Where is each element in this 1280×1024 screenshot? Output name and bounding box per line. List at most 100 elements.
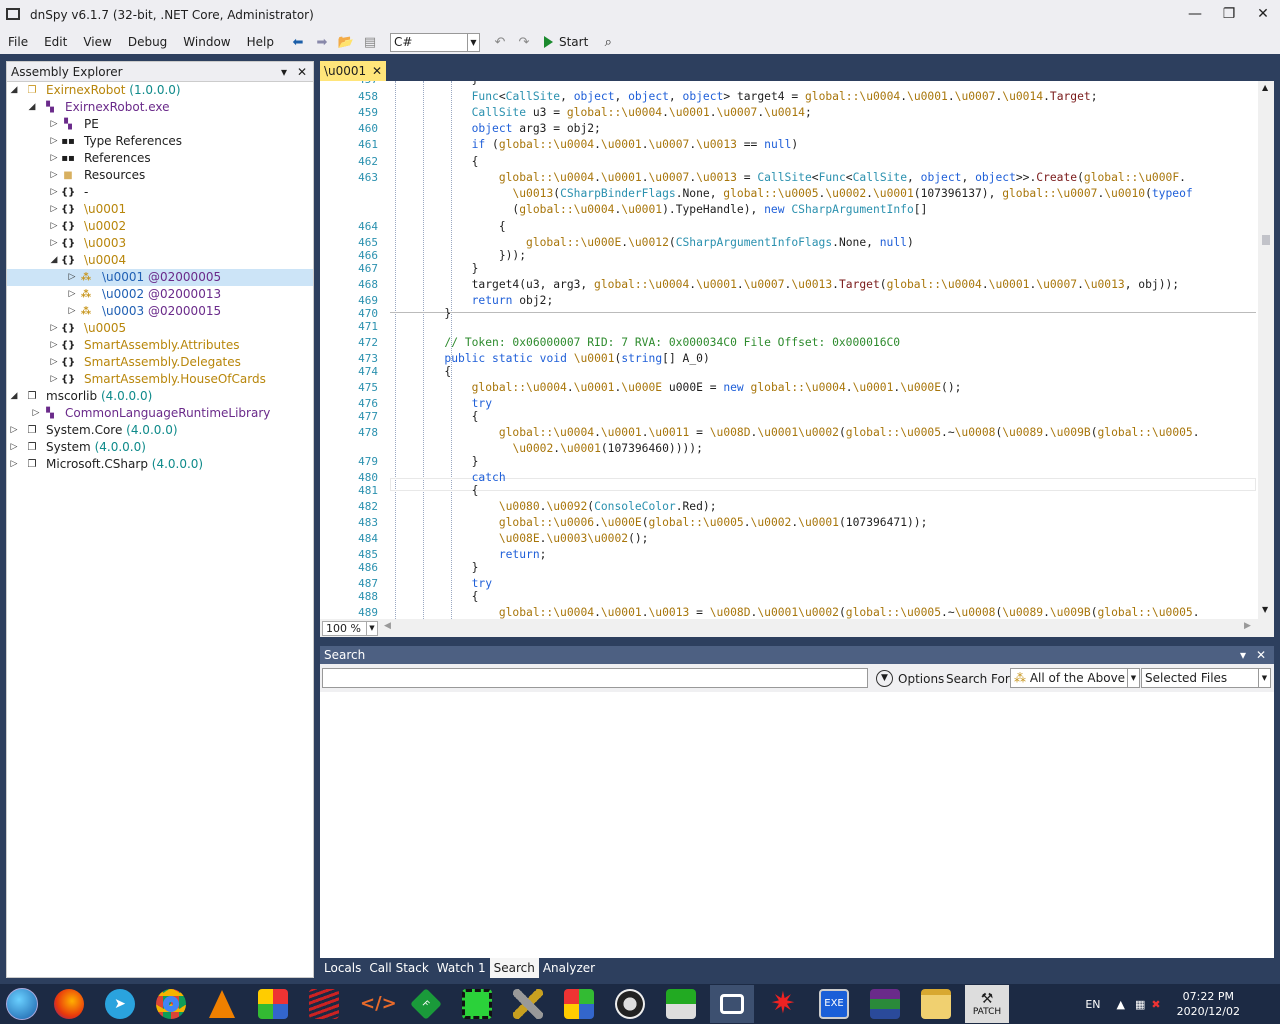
tree-node[interactable]: ▷{} \u0003 — [7, 235, 313, 252]
scroll-left-icon[interactable]: ◀ — [384, 621, 391, 631]
taskbar-f-app[interactable]: F — [404, 985, 448, 1023]
tree-node[interactable]: ◢ ▚ ExirnexRobot.exe — [7, 99, 313, 116]
start-button[interactable]: Start — [543, 35, 588, 49]
tree-node[interactable]: ▷ ▚ CommonLanguageRuntimeLibrary — [7, 405, 313, 422]
expanded-icon[interactable]: ◢ — [9, 388, 19, 405]
tray-app-icon[interactable]: ▦ — [1135, 998, 1145, 1011]
tree-node[interactable]: ▷ ❐ Microsoft.CSharp (4.0.0.0) — [7, 456, 313, 473]
scroll-down-icon[interactable]: ▼ — [1262, 605, 1268, 614]
tree-node[interactable]: ◢ ❐ mscorlib (4.0.0.0) — [7, 388, 313, 405]
taskbar-dnspy[interactable] — [710, 985, 754, 1023]
options-button[interactable]: ▼ Options — [876, 670, 944, 687]
tree-node[interactable]: ▷{} SmartAssembly.Delegates — [7, 354, 313, 371]
taskbar-code-editor[interactable]: </> — [353, 985, 397, 1023]
scroll-right-icon[interactable]: ▶ — [1244, 621, 1251, 631]
taskbar-windows-app[interactable] — [557, 985, 601, 1023]
collapsed-icon[interactable]: ▷ — [49, 354, 59, 371]
taskbar-telegram[interactable]: ➤ — [98, 985, 142, 1023]
chevron-down-icon[interactable]: ▾ — [1240, 646, 1246, 664]
menu-help[interactable]: Help — [239, 30, 282, 54]
tree-node[interactable]: ▷{} - — [7, 184, 313, 201]
tree-node[interactable]: ▷ ⁂ \u0001 @02000005 — [7, 269, 313, 286]
menu-window[interactable]: Window — [175, 30, 238, 54]
maximize-button[interactable]: ❐ — [1212, 0, 1246, 30]
menu-view[interactable]: View — [75, 30, 119, 54]
tree-node[interactable]: ▷ ❐ System.Core (4.0.0.0) — [7, 422, 313, 439]
tree-node[interactable]: ▷{} \u0002 — [7, 218, 313, 235]
tree-node[interactable]: ▷ ▪▪ References — [7, 150, 313, 167]
clock[interactable]: 07:22 PM 2020/12/02 — [1177, 989, 1240, 1019]
close-button[interactable]: ✕ — [1246, 0, 1280, 30]
language-select[interactable]: C# ▼ — [389, 32, 480, 52]
menu-edit[interactable]: Edit — [36, 30, 75, 54]
taskbar-chrome[interactable] — [149, 985, 193, 1023]
start-menu-button[interactable] — [0, 984, 44, 1024]
collapsed-icon[interactable]: ▷ — [9, 456, 19, 473]
code-editor[interactable]: 4574584594604614624634644654664674684694… — [320, 81, 1274, 619]
tab-watch-1[interactable]: Watch 1 — [433, 958, 490, 978]
collapsed-icon[interactable]: ▷ — [49, 218, 59, 235]
vertical-scrollbar[interactable]: ▲ ▼ — [1258, 81, 1274, 619]
collapsed-icon[interactable]: ▷ — [9, 439, 19, 456]
collapsed-icon[interactable]: ▷ — [49, 116, 59, 133]
taskbar-firefox[interactable] — [47, 985, 91, 1023]
collapsed-icon[interactable]: ▷ — [67, 286, 77, 303]
tree-node[interactable]: ◢{} \u0004 — [7, 252, 313, 269]
network-icon[interactable]: ✖ — [1151, 998, 1160, 1011]
tree-node[interactable]: ▷ ⁂ \u0002 @02000013 — [7, 286, 313, 303]
taskbar-vlc[interactable] — [200, 985, 244, 1023]
tree-node[interactable]: ▷{} \u0001 — [7, 201, 313, 218]
expanded-icon[interactable]: ◢ — [9, 82, 19, 99]
taskbar-chip-tool[interactable] — [455, 985, 499, 1023]
open-icon[interactable]: 📂 — [336, 32, 356, 52]
search-scope-select[interactable]: Selected Files ▼ — [1141, 668, 1271, 688]
collapsed-icon[interactable]: ▷ — [49, 133, 59, 150]
forward-icon[interactable]: ➡ — [312, 32, 332, 52]
collapsed-icon[interactable]: ▷ — [67, 269, 77, 286]
collapsed-icon[interactable]: ▷ — [49, 320, 59, 337]
input-language[interactable]: EN — [1085, 998, 1100, 1011]
close-icon[interactable]: ✕ — [372, 61, 382, 81]
taskbar-winrar[interactable] — [863, 985, 907, 1023]
collapsed-icon[interactable]: ▷ — [49, 235, 59, 252]
collapsed-icon[interactable]: ▷ — [49, 201, 59, 218]
taskbar-app-grid[interactable] — [251, 985, 295, 1023]
taskbar-installer[interactable] — [659, 985, 703, 1023]
scroll-thumb[interactable] — [1262, 235, 1270, 245]
tab-locals[interactable]: Locals — [320, 958, 365, 978]
expanded-icon[interactable]: ◢ — [49, 252, 59, 269]
scroll-up-icon[interactable]: ▲ — [1262, 83, 1268, 92]
collapsed-icon[interactable]: ▷ — [49, 371, 59, 388]
tree-node[interactable]: ◢ ❐ ExirnexRobot (1.0.0.0) — [7, 82, 313, 99]
chevron-up-icon[interactable]: ▲ — [1117, 998, 1125, 1011]
tree-node[interactable]: ▷ ⁂ \u0003 @02000015 — [7, 303, 313, 320]
menu-file[interactable]: File — [0, 30, 36, 54]
editor-tab[interactable]: \u0001 ✕ — [320, 61, 386, 81]
search-icon[interactable]: ⌕ — [598, 32, 618, 52]
close-icon[interactable]: ✕ — [297, 62, 307, 82]
tree-node[interactable]: ▷ ▚ PE — [7, 116, 313, 133]
tab-call-stack[interactable]: Call Stack — [365, 958, 432, 978]
chevron-down-icon[interactable]: ▾ — [281, 62, 287, 82]
minimize-button[interactable]: — — [1178, 0, 1212, 30]
zoom-select[interactable]: 100 % ▼ — [322, 621, 378, 636]
tab-search[interactable]: Search — [489, 958, 539, 978]
redo-icon[interactable]: ↷ — [514, 32, 534, 52]
search-for-select[interactable]: ⁂ All of the Above ▼ — [1010, 668, 1140, 688]
taskbar-ida[interactable] — [302, 985, 346, 1023]
taskbar-exe-app[interactable]: EXE — [812, 985, 856, 1023]
taskbar-red-app[interactable]: ✷ — [761, 985, 805, 1023]
taskbar-explorer[interactable] — [914, 985, 958, 1023]
collapsed-icon[interactable]: ▷ — [49, 167, 59, 184]
tree-node[interactable]: ▷ ❐ System (4.0.0.0) — [7, 439, 313, 456]
collapsed-icon[interactable]: ▷ — [9, 422, 19, 439]
tree-node[interactable]: ▷ ■ Resources — [7, 167, 313, 184]
expanded-icon[interactable]: ◢ — [27, 99, 37, 116]
collapsed-icon[interactable]: ▷ — [49, 184, 59, 201]
tree-node[interactable]: ▷{} SmartAssembly.HouseOfCards — [7, 371, 313, 388]
menu-debug[interactable]: Debug — [120, 30, 175, 54]
tree-node[interactable]: ▷{} SmartAssembly.Attributes — [7, 337, 313, 354]
collapsed-icon[interactable]: ▷ — [49, 337, 59, 354]
undo-icon[interactable]: ↶ — [490, 32, 510, 52]
tree-node[interactable]: ▷{} \u0005 — [7, 320, 313, 337]
